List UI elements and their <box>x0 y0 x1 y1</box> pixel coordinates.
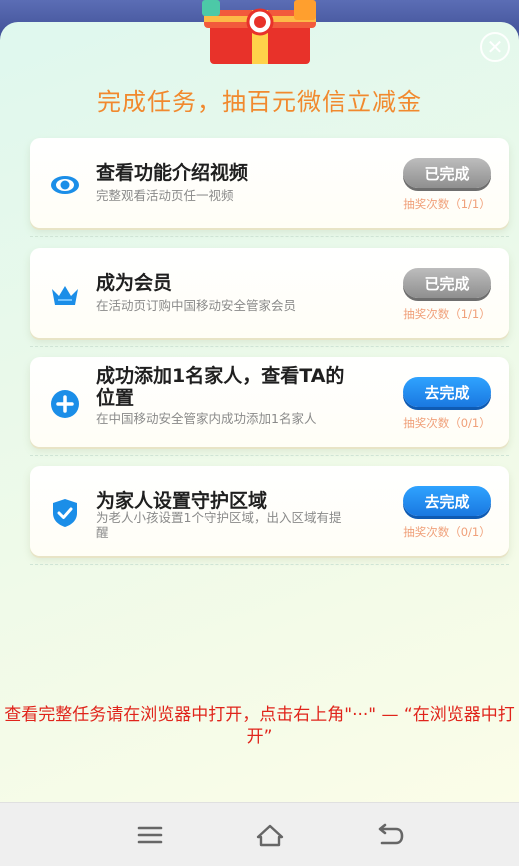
shield-check-icon <box>53 499 77 527</box>
open-in-browser-notice: 查看完整任务请在浏览器中打开，点击右上角"···" — “在浏览器中打开” <box>4 705 515 747</box>
task-description: 在中国移动安全管家内成功添加1名家人 <box>96 411 317 426</box>
divider <box>30 346 509 347</box>
completed-button[interactable]: 已完成 <box>403 268 491 298</box>
task-card: 成功添加1名家人，查看TA的位置 在中国移动安全管家内成功添加1名家人 去完成 … <box>30 357 509 447</box>
task-card: 成为会员 在活动页订购中国移动安全管家会员 已完成 抽奖次数（1/1） <box>30 248 509 338</box>
back-icon[interactable] <box>374 820 406 850</box>
task-title: 成为会员 <box>96 272 173 294</box>
plus-circle-icon <box>51 390 79 418</box>
divider <box>30 236 509 237</box>
close-icon[interactable]: ✕ <box>480 32 510 62</box>
task-card: 为家人设置守护区域 为老人小孩设置1个守护区域，出入区域有提醒 去完成 抽奖次数… <box>30 466 509 556</box>
eye-icon <box>51 176 79 194</box>
task-card: 查看功能介绍视频 完整观看活动页任一视频 已完成 抽奖次数（1/1） <box>30 138 509 228</box>
divider <box>30 455 509 456</box>
page-title: 完成任务，抽百元微信立减金 <box>97 88 422 116</box>
task-description: 完整观看活动页任一视频 <box>96 188 234 203</box>
menu-icon[interactable] <box>134 820 166 850</box>
android-navbar <box>0 802 519 866</box>
task-description: 为老人小孩设置1个守护区域，出入区域有提醒 <box>96 510 342 540</box>
draw-count: 抽奖次数（0/1） <box>403 416 491 430</box>
completed-button[interactable]: 已完成 <box>403 158 491 188</box>
task-title: 成功添加1名家人，查看TA的位置 <box>96 365 345 409</box>
crown-icon <box>52 286 78 305</box>
draw-count: 抽奖次数（1/1） <box>403 307 491 321</box>
divider <box>30 564 509 565</box>
gift-box-icon <box>202 0 316 64</box>
task-title: 为家人设置守护区域 <box>96 490 268 512</box>
draw-count: 抽奖次数（0/1） <box>403 525 491 539</box>
task-title: 查看功能介绍视频 <box>96 162 249 184</box>
task-description: 在活动页订购中国移动安全管家会员 <box>96 298 297 313</box>
draw-count: 抽奖次数（1/1） <box>403 197 491 211</box>
home-icon[interactable] <box>254 820 286 850</box>
go-complete-button[interactable]: 去完成 <box>403 486 491 516</box>
go-complete-button[interactable]: 去完成 <box>403 377 491 407</box>
